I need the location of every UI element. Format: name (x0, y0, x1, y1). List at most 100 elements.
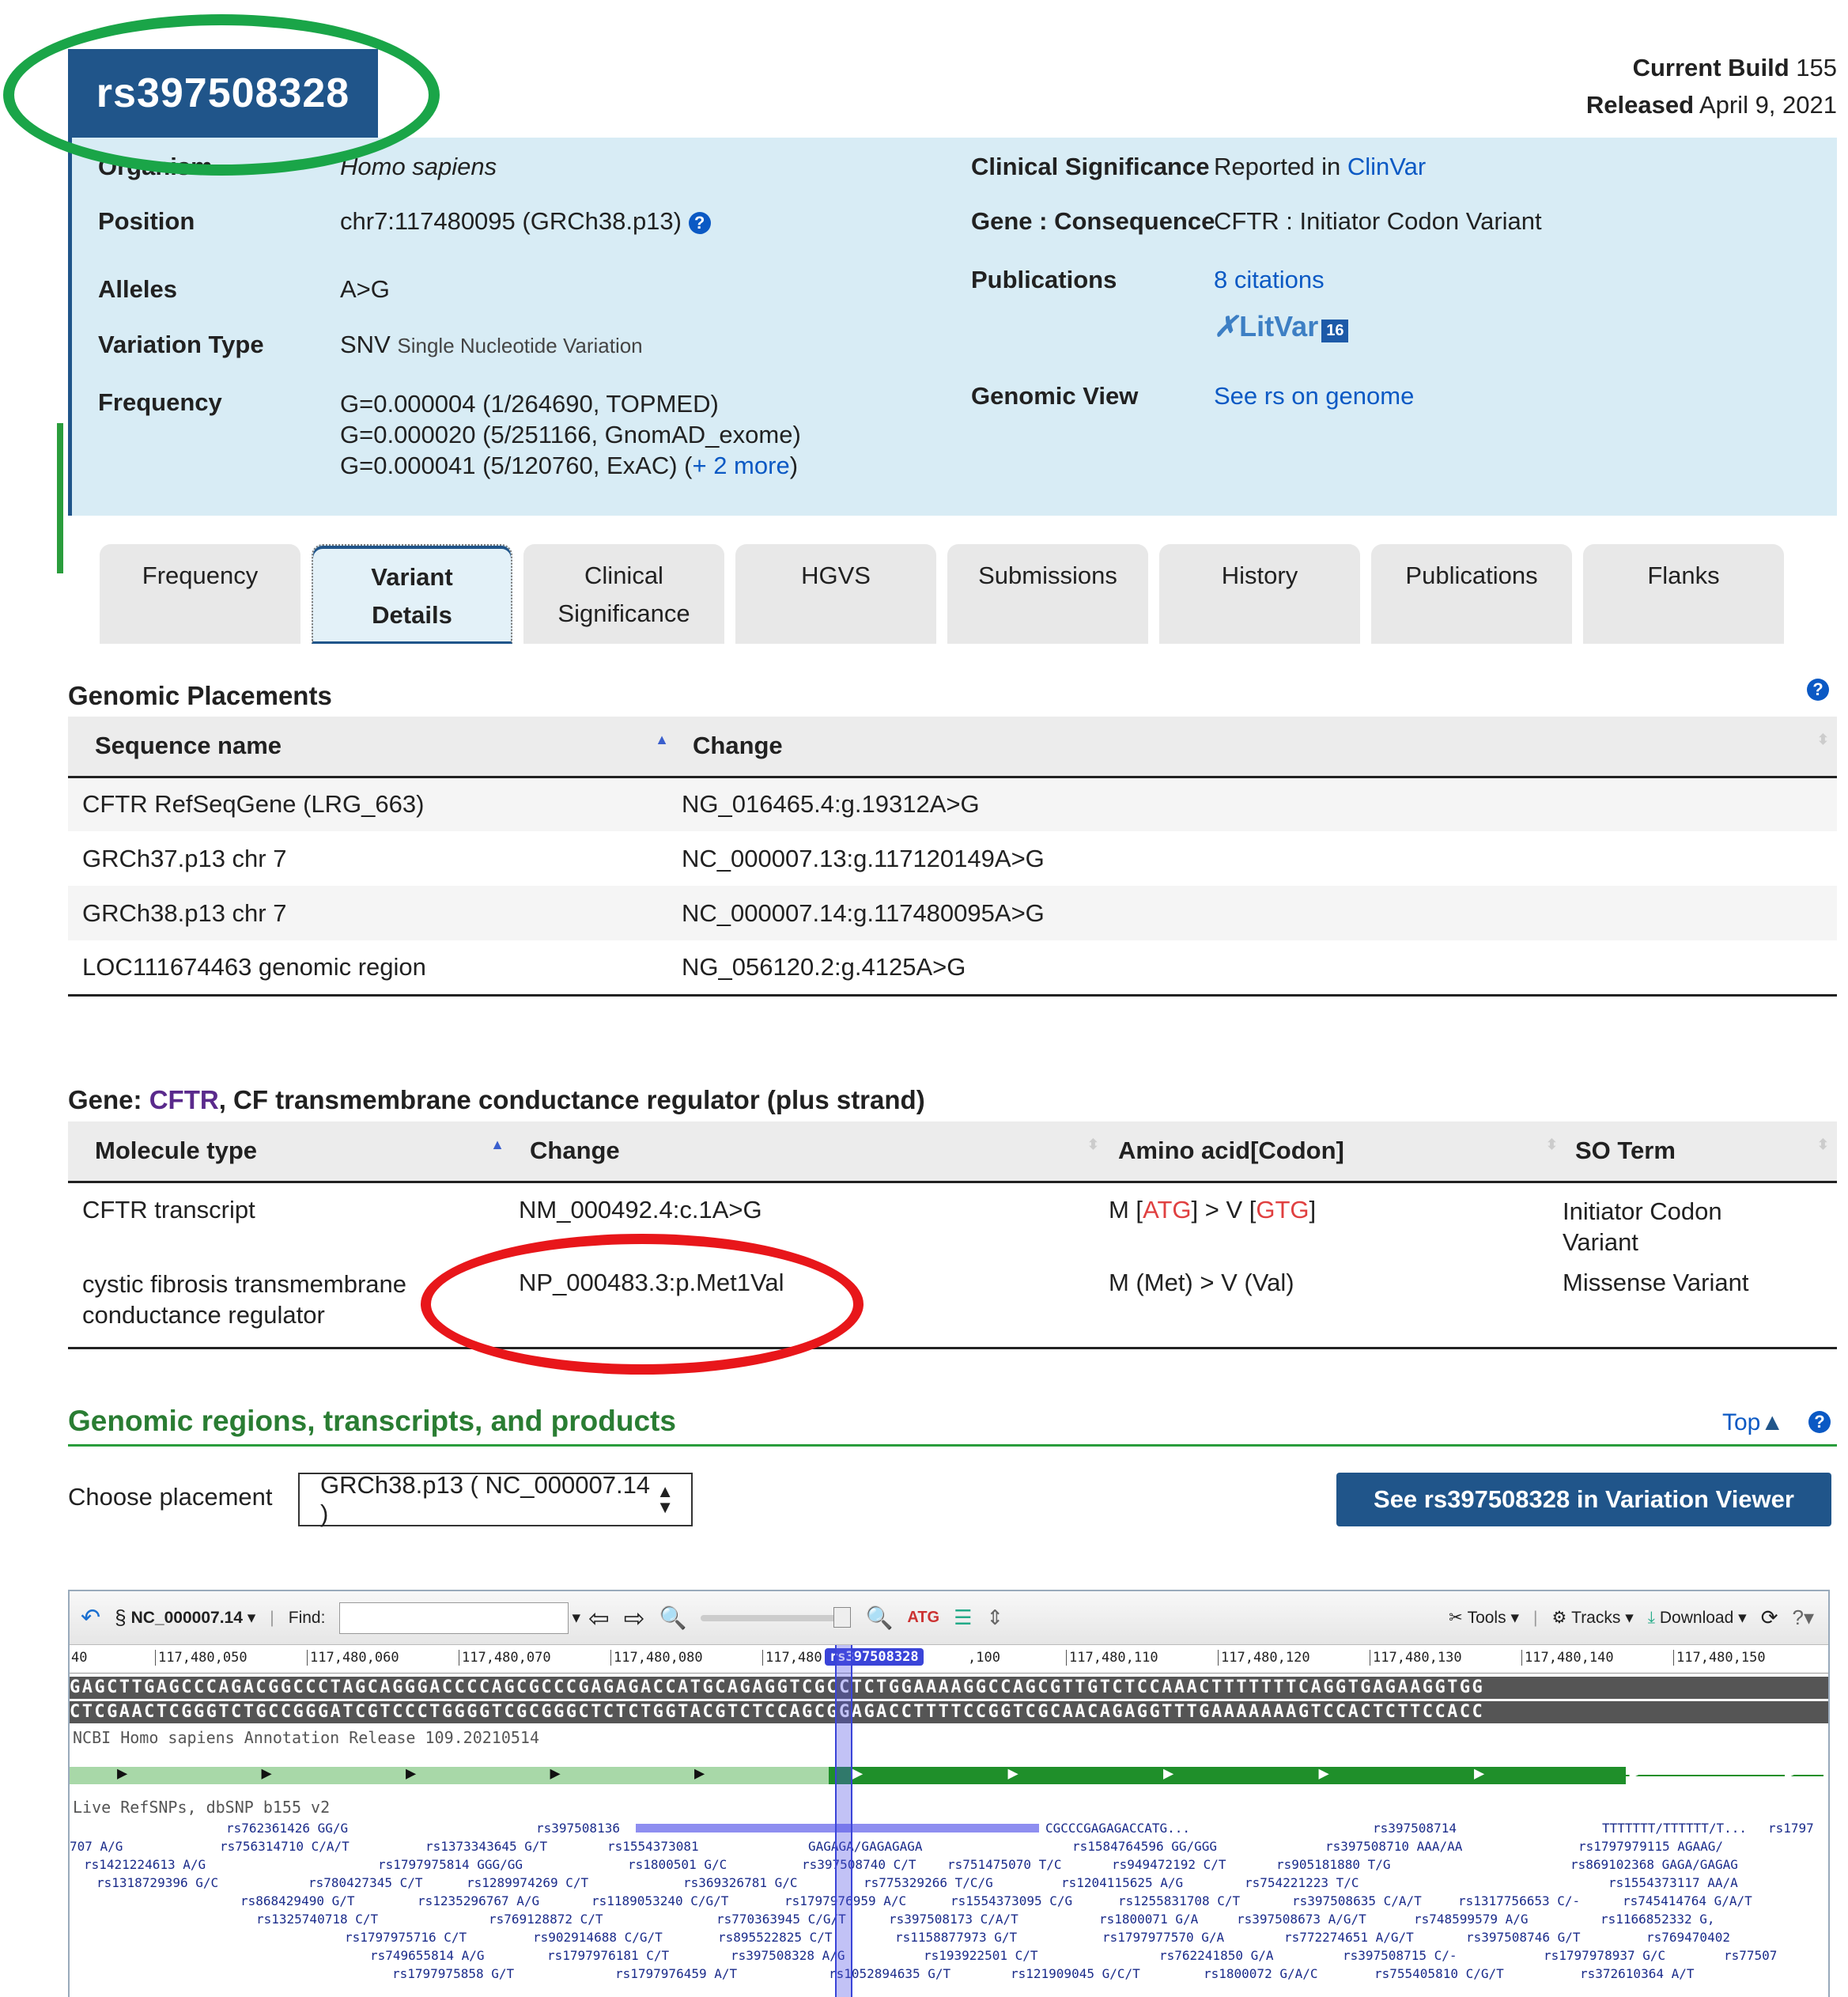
tab-publications[interactable]: Publications (1371, 544, 1572, 644)
snp-feature[interactable]: rs895522825 C/T (718, 1928, 833, 1946)
sequence-view-icon[interactable]: ATG (907, 1609, 939, 1627)
sequence-selector[interactable]: § NC_000007.14 ▾ (115, 1606, 255, 1630)
tracks-menu[interactable]: ⚙ Tracks ▾ (1551, 1608, 1633, 1628)
snp-feature[interactable]: rs397508173 C/A/T (889, 1910, 1018, 1928)
snp-feature[interactable]: rs1584764596 GG/GGG (1072, 1837, 1217, 1855)
snp-feature[interactable]: rs756314710 C/A/T (220, 1837, 350, 1855)
snp-feature[interactable]: TTTTTTT/TTTTTT/T... (1602, 1819, 1747, 1837)
snp-feature[interactable]: CGCCCGAGAGACCATG... (1045, 1819, 1190, 1837)
snp-feature[interactable]: rs1797975814 GGG/GG (378, 1855, 523, 1874)
zoom-in-icon[interactable]: 🔍 (865, 1605, 893, 1631)
snp-feature[interactable]: rs755405810 C/G/T (1374, 1965, 1504, 1983)
snp-feature[interactable]: rs780427345 C/T (308, 1874, 423, 1892)
col-molecule-type[interactable]: Molecule type ▲ (68, 1121, 505, 1183)
snp-feature[interactable]: 707 A/G (70, 1837, 123, 1855)
snp-feature[interactable]: rs193922501 C/T (924, 1946, 1038, 1965)
snp-feature[interactable]: GAGAGA/GAGAGAGA (808, 1837, 923, 1855)
placement-select[interactable]: GRCh38.p13 ( NC_000007.14 ) ▲ ▼ (298, 1471, 693, 1527)
snp-feature[interactable]: rs397508673 A/G/T (1237, 1910, 1366, 1928)
snp-feature[interactable]: rs1800501 G/C (628, 1855, 727, 1874)
refresh-icon[interactable]: ⟳ (1761, 1606, 1778, 1630)
snp-feature[interactable]: rs1800072 G/A/C (1204, 1965, 1318, 1983)
snp-feature[interactable]: rs1797975858 G/T (392, 1965, 514, 1983)
snp-feature[interactable]: rs1318729396 G/C (96, 1874, 218, 1892)
snp-feature[interactable]: rs121909045 G/C/T (1011, 1965, 1140, 1983)
snp-feature[interactable]: rs754221223 T/C (1245, 1874, 1359, 1892)
snp-feature[interactable]: rs1797976181 C/T (547, 1946, 669, 1965)
snp-feature[interactable]: rs397508715 C/- (1343, 1946, 1457, 1965)
col-sequence-name[interactable]: Sequence name ▲ (68, 717, 669, 778)
tab-flanks[interactable]: Flanks (1583, 544, 1784, 644)
snp-feature[interactable]: rs1554373095 C/G (950, 1892, 1072, 1910)
zoom-out-icon[interactable]: 🔍 (659, 1605, 687, 1631)
collapse-icon[interactable]: ⇕ (986, 1606, 1003, 1630)
align-icon[interactable]: ☰ (954, 1606, 972, 1630)
top-link[interactable]: Top▲ (1722, 1409, 1784, 1436)
snp-feature[interactable]: rs369326781 G/C (683, 1874, 798, 1892)
snp-feature[interactable]: rs949472192 C/T (1112, 1855, 1226, 1874)
zoom-slider-handle[interactable] (833, 1606, 852, 1628)
snp-feature[interactable]: rs772274651 A/G/T (1284, 1928, 1414, 1946)
tab-clinical-significance[interactable]: Clinical Significance (523, 544, 724, 644)
snp-feature[interactable]: rs769470402 (1646, 1928, 1730, 1946)
snp-feature[interactable]: rs745414764 G/A/T (1623, 1892, 1752, 1910)
snp-feature[interactable]: rs1317756653 C/- (1458, 1892, 1580, 1910)
snp-feature[interactable]: rs902914688 C/G/T (533, 1928, 663, 1946)
sequence-viewer[interactable]: ↶ § NC_000007.14 ▾ | Find: ▾ ⇦ ⇨ 🔍 🔍 ATG … (68, 1590, 1830, 1997)
snp-feature[interactable]: rs770363945 C/G/T (716, 1910, 846, 1928)
tab-hgvs[interactable]: HGVS (735, 544, 936, 644)
tab-submissions[interactable]: Submissions (947, 544, 1148, 644)
snp-feature[interactable]: rs1325740718 C/T (256, 1910, 378, 1928)
snp-feature[interactable]: rs397508635 C/A/T (1292, 1892, 1422, 1910)
see-rs-on-genome-link[interactable]: See rs on genome (1214, 382, 1414, 410)
find-dropdown-icon[interactable]: ▾ (572, 1608, 580, 1628)
litvar-link[interactable]: ✗ LitVar 16 (1214, 310, 1349, 343)
snp-feature[interactable]: rs1373343645 G/T (425, 1837, 547, 1855)
snp-feature[interactable]: rs749655814 A/G (370, 1946, 485, 1965)
snp-feature[interactable]: rs1235296767 A/G (418, 1892, 539, 1910)
snp-feature[interactable]: rs1166852332 G, (1600, 1910, 1715, 1928)
snp-feature[interactable]: rs869102368 GAGA/GAGAG (1570, 1855, 1738, 1874)
snp-feature[interactable]: rs372610364 A/T (1580, 1965, 1695, 1983)
snp-feature[interactable]: rs397508136 (536, 1819, 620, 1837)
snp-feature[interactable]: rs1797976459 A/T (615, 1965, 737, 1983)
col-so-term[interactable]: SO Term ⬍ (1563, 1121, 1837, 1183)
cftr-gene-link[interactable]: CFTR (149, 1085, 219, 1114)
download-menu[interactable]: ⤓ Download ▾ (1648, 1608, 1747, 1628)
clinvar-link[interactable]: ClinVar (1347, 153, 1426, 180)
snp-feature[interactable]: rs769128872 C/T (489, 1910, 603, 1928)
snp-feature[interactable]: rs751475070 T/C (947, 1855, 1062, 1874)
citations-link[interactable]: 8 citations (1214, 266, 1325, 294)
snp-feature[interactable]: rs1797978937 G/C (1544, 1946, 1665, 1965)
snp-feature[interactable]: rs397508740 C/T (802, 1855, 916, 1874)
col-amino-acid[interactable]: Amino acid[Codon] ⬍ (1105, 1121, 1563, 1183)
snp-feature[interactable]: rs868429490 G/T (240, 1892, 355, 1910)
col-change[interactable]: Change ⬍ (505, 1121, 1105, 1183)
snp-feature[interactable]: rs397508714 (1373, 1819, 1457, 1837)
snp-feature[interactable]: rs397508710 AAA/AA (1325, 1837, 1462, 1855)
snp-feature[interactable]: rs1158877973 G/T (895, 1928, 1017, 1946)
snp-feature[interactable]: rs1797 (1768, 1819, 1814, 1837)
tools-menu[interactable]: ✂ Tools ▾ (1449, 1608, 1519, 1628)
help-icon[interactable]: ? (688, 211, 711, 234)
snp-feature[interactable]: rs1800071 G/A (1099, 1910, 1198, 1928)
help-menu-icon[interactable]: ?▾ (1792, 1606, 1814, 1630)
snp-feature[interactable]: rs775329266 T/C/G (864, 1874, 993, 1892)
more-frequency-link[interactable]: + 2 more (692, 452, 789, 479)
snp-feature[interactable]: rs397508746 G/T (1466, 1928, 1581, 1946)
snp-feature[interactable]: rs1554373081 (607, 1837, 699, 1855)
col-change[interactable]: Change ⬍ (669, 717, 1837, 778)
snp-feature[interactable]: rs1797979115 AGAAG/ (1578, 1837, 1723, 1855)
snp-feature[interactable]: rs1289974269 C/T (467, 1874, 588, 1892)
tab-history[interactable]: History (1159, 544, 1360, 644)
variation-viewer-button[interactable]: See rs397508328 in Variation Viewer (1336, 1473, 1831, 1526)
snp-feature[interactable]: rs748599579 A/G (1414, 1910, 1529, 1928)
zoom-slider[interactable] (701, 1606, 852, 1628)
snp-feature[interactable]: rs1554373117 AA/A (1608, 1874, 1738, 1892)
snp-feature[interactable]: rs77507 (1724, 1946, 1777, 1965)
snp-feature[interactable]: rs397508328 A/G (731, 1946, 845, 1965)
snp-feature[interactable]: rs1204115625 A/G (1061, 1874, 1183, 1892)
snp-feature[interactable]: rs1797977570 G/A (1102, 1928, 1224, 1946)
snp-feature[interactable]: rs1255831708 C/T (1118, 1892, 1240, 1910)
snp-feature[interactable]: rs905181880 T/G (1276, 1855, 1391, 1874)
